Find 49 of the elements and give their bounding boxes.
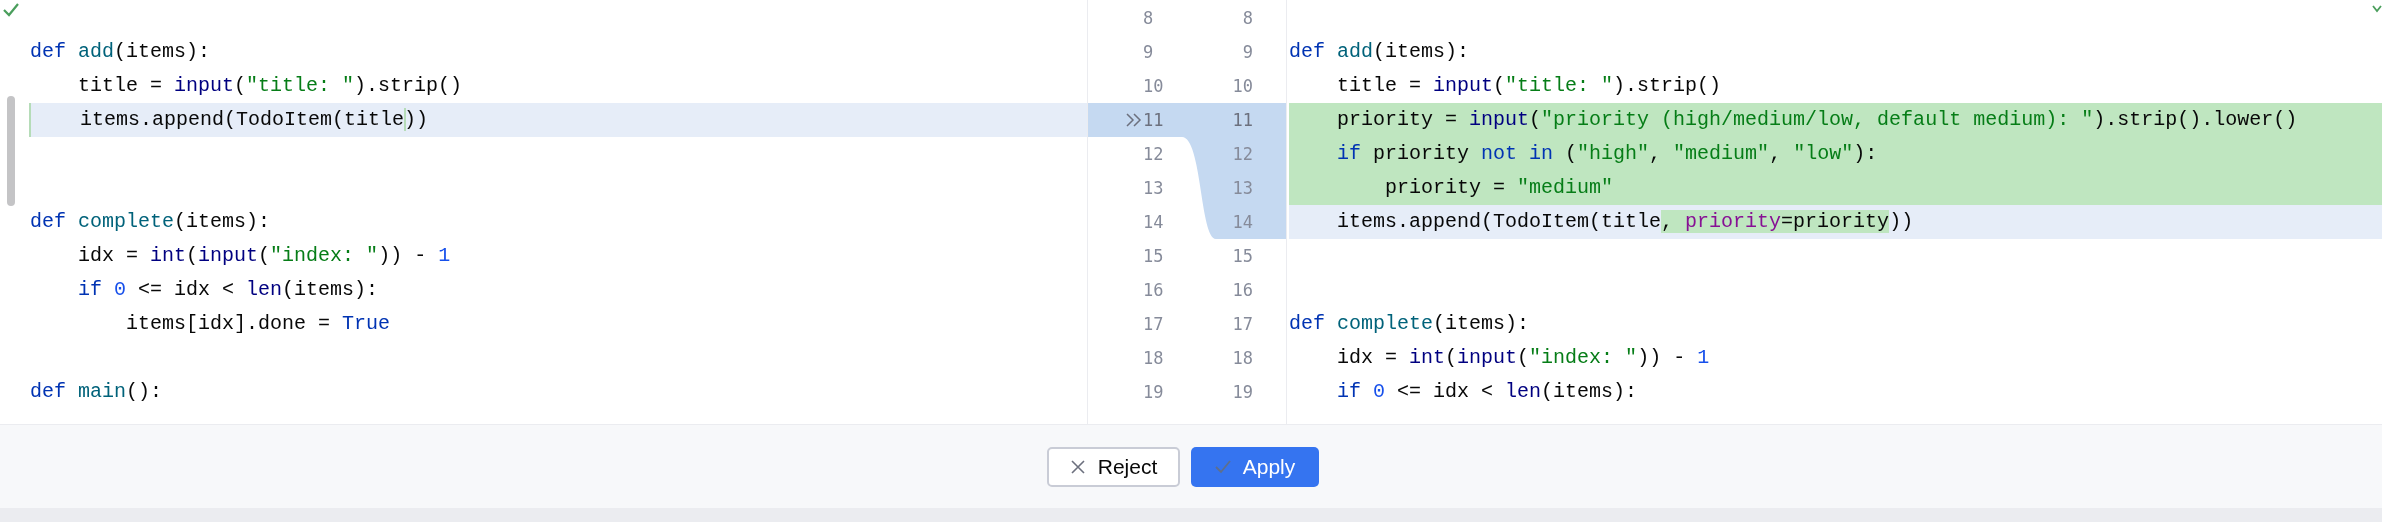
chevron-icon (2372, 4, 2382, 14)
code-line: idx = int(input("index: ")) - 1 (77, 243, 451, 269)
line-number: 10 (1143, 76, 1165, 96)
reject-button[interactable]: Reject (1047, 446, 1180, 487)
code-line: def add(items): (1289, 39, 1470, 65)
line-number: 14 (1231, 212, 1253, 232)
code-line: priority = input("priority (high/medium/low, default medium): ").strip().lower() (1336, 107, 2298, 133)
double-chevron-icon[interactable] (1126, 113, 1142, 127)
line-number: 17 (1231, 314, 1253, 334)
line-number: 16 (1143, 280, 1165, 300)
code-line: items[idx].done = True (125, 311, 391, 337)
line-number: 11 (1231, 110, 1253, 130)
close-icon (1069, 458, 1086, 475)
line-number: 12 (1143, 144, 1165, 164)
line-number: 11 (1143, 110, 1165, 130)
code-line: title = input("title: ").strip() (77, 73, 463, 99)
code-line: items.append(TodoItem(title)) (31, 103, 429, 137)
scrollbar[interactable] (7, 96, 15, 206)
code-line: if 0 <= idx < len(items): (77, 277, 379, 303)
line-number: 19 (1143, 382, 1165, 402)
line-number: 14 (1143, 212, 1165, 232)
apply-button[interactable]: Apply (1191, 446, 1319, 487)
code-line: idx = int(input("index: ")) - 1 (1336, 345, 1710, 371)
line-number: 9 (1143, 42, 1155, 62)
check-icon (2, 2, 20, 18)
line-number: 15 (1231, 246, 1253, 266)
code-line: if priority not in ("high", "medium", "low"): (1336, 141, 1878, 167)
line-number: 19 (1231, 382, 1253, 402)
line-number: 13 (1143, 178, 1165, 198)
line-number: 8 (1143, 8, 1155, 28)
code-line: if 0 <= idx < len(items): (1336, 379, 1638, 405)
line-number: 16 (1231, 280, 1253, 300)
line-number: 12 (1231, 144, 1253, 164)
code-line: def add(items): (29, 39, 211, 65)
line-number: 10 (1231, 76, 1253, 96)
line-number: 9 (1241, 42, 1253, 62)
code-line: items.append(TodoItem(title, priority=priority)) (1336, 209, 1914, 235)
check-icon (1214, 458, 1231, 475)
code-line: def complete(items): (1289, 311, 1530, 337)
line-number: 8 (1241, 8, 1253, 28)
line-number: 13 (1231, 178, 1253, 198)
code-line: priority = "medium" (1384, 175, 1614, 201)
code-line: def main(): (29, 379, 163, 405)
code-line: title = input("title: ").strip() (1336, 73, 1722, 99)
line-number: 17 (1143, 314, 1165, 334)
line-number: 18 (1143, 348, 1165, 368)
line-number: 18 (1231, 348, 1253, 368)
line-number: 15 (1143, 246, 1165, 266)
code-line: def complete(items): (29, 209, 271, 235)
